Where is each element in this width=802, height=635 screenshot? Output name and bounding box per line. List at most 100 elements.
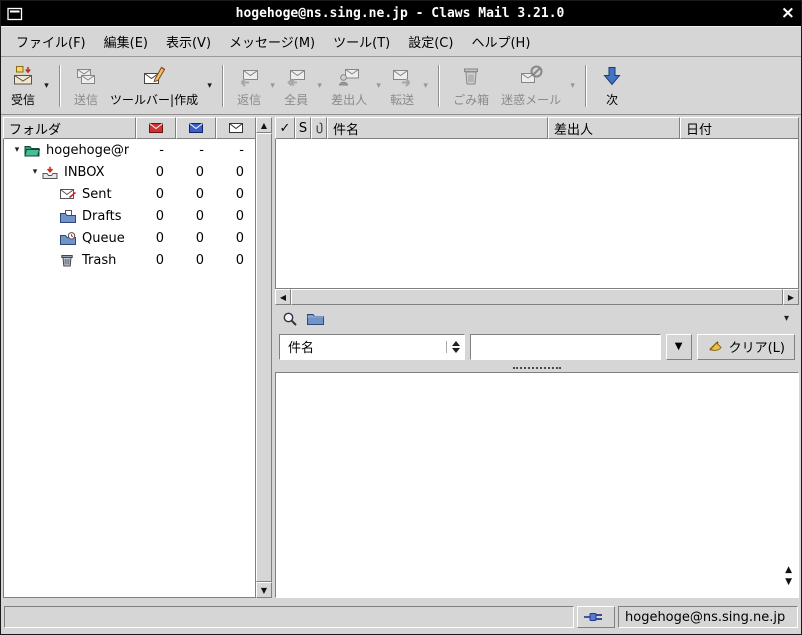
total-count: - xyxy=(215,143,255,158)
toolbar-button-reply[interactable]: 返信 xyxy=(231,60,267,112)
toolbar-button-label: 迷惑メール xyxy=(501,91,561,108)
menu-item-edit[interactable]: 編集(E) xyxy=(95,27,157,56)
message-view[interactable]: ▲ ▼ xyxy=(275,372,799,598)
mark-column-header[interactable]: ✓ xyxy=(275,117,295,139)
date-column-header[interactable]: 日付 xyxy=(680,117,799,139)
spam-dropdown-icon[interactable]: ▾ xyxy=(567,60,578,112)
message-view-scroll-arrows[interactable]: ▲ ▼ xyxy=(785,566,792,587)
toolbar-button-forward[interactable]: 転送 xyxy=(384,60,420,112)
scroll-up-icon[interactable]: ▲ xyxy=(256,117,272,133)
subject-column-header[interactable]: 件名 xyxy=(327,117,548,139)
current-account[interactable]: hogehoge@ns.sing.ne.jp xyxy=(618,606,798,628)
expander-icon[interactable]: ▾ xyxy=(10,145,24,155)
reply-all-dropdown-icon[interactable]: ▾ xyxy=(314,60,325,112)
toolbar-button-compose[interactable]: ツールバー|作成 xyxy=(104,60,204,112)
quicksearch-collapse-icon[interactable]: ▾ xyxy=(784,313,795,324)
toolbar-button-label: 全員 xyxy=(284,91,308,108)
claws-mail-window: hogehoge@ns.sing.ne.jp - Claws Mail 3.21… xyxy=(0,0,802,635)
folder-row-inbox[interactable]: ▾ INBOX 0 0 0 xyxy=(4,161,255,183)
reply-sender-icon xyxy=(337,64,361,88)
main-area: フォルダ ▾ xyxy=(1,115,801,600)
trash-icon xyxy=(459,64,483,88)
menu-item-view[interactable]: 表示(V) xyxy=(157,27,220,56)
folder-pane-header: フォルダ xyxy=(3,117,256,139)
toolbar-button-trash[interactable]: ごみ箱 xyxy=(447,60,495,112)
drafts-folder-icon xyxy=(60,210,80,223)
scroll-down-icon[interactable]: ▼ xyxy=(256,582,272,598)
new-mail-column-icon[interactable] xyxy=(136,117,176,139)
dropdown-arrow-icon: ▼ xyxy=(675,341,683,352)
reply-icon xyxy=(237,64,261,88)
quicksearch-panel: ▾ 件名 ▼ クリア(L) xyxy=(275,305,799,363)
close-icon[interactable]: × xyxy=(775,5,795,22)
status-message-area xyxy=(4,606,574,628)
search-input[interactable] xyxy=(470,334,661,360)
search-type-combo[interactable]: 件名 xyxy=(279,334,465,360)
unread-count: 0 xyxy=(175,187,215,202)
window-menu-icon[interactable] xyxy=(7,7,25,21)
toolbar-button-reply-sender[interactable]: 差出人 xyxy=(325,60,373,112)
toolbar-button-next[interactable]: 次 xyxy=(594,60,630,112)
reply-sender-dropdown-icon[interactable]: ▾ xyxy=(373,60,384,112)
forward-dropdown-icon[interactable]: ▾ xyxy=(420,60,431,112)
receive-dropdown-icon[interactable]: ▾ xyxy=(41,60,52,112)
folder-label: INBOX xyxy=(62,165,105,180)
total-mail-column-icon[interactable] xyxy=(216,117,256,139)
compose-icon xyxy=(142,64,166,88)
attachment-column-header[interactable] xyxy=(311,117,327,139)
scroll-up-icon[interactable]: ▲ xyxy=(785,566,792,575)
toolbar-button-spam[interactable]: 迷惑メール xyxy=(495,60,567,112)
titlebar[interactable]: hogehoge@ns.sing.ne.jp - Claws Mail 3.21… xyxy=(1,1,801,26)
message-list-hscrollbar[interactable]: ◀ ▶ xyxy=(275,289,799,305)
scroll-down-icon[interactable]: ▼ xyxy=(785,578,792,587)
message-list[interactable] xyxy=(275,139,799,289)
total-count: 0 xyxy=(215,253,255,268)
from-column-header[interactable]: 差出人 xyxy=(548,117,680,139)
scrollbar-thumb[interactable] xyxy=(256,133,272,582)
scroll-right-icon[interactable]: ▶ xyxy=(783,289,799,305)
folder-label: hogehoge@r xyxy=(44,143,129,158)
folder-row-account[interactable]: ▾ hogehoge@r - - - xyxy=(4,139,255,161)
spam-icon xyxy=(519,64,543,88)
new-count: 0 xyxy=(135,231,175,246)
folder-row-drafts[interactable]: Drafts 0 0 0 xyxy=(4,205,255,227)
folder-row-sent[interactable]: Sent 0 0 0 xyxy=(4,183,255,205)
folder-column-header[interactable]: フォルダ xyxy=(3,117,136,139)
toolbar-button-reply-all[interactable]: 全員 xyxy=(278,60,314,112)
compose-dropdown-icon[interactable]: ▾ xyxy=(204,60,215,112)
menu-item-file[interactable]: ファイル(F) xyxy=(7,27,95,56)
toolbar-button-send[interactable]: 送信 xyxy=(68,60,104,112)
scrollbar-thumb[interactable] xyxy=(291,289,783,305)
status-column-header[interactable]: S xyxy=(295,117,311,139)
window-title: hogehoge@ns.sing.ne.jp - Claws Mail 3.21… xyxy=(25,6,775,21)
folder-tree: ▾ hogehoge@r - - - ▾ xyxy=(3,139,256,598)
new-count: - xyxy=(135,143,175,158)
toolbar-button-label: ごみ箱 xyxy=(453,91,489,108)
folder-row-trash[interactable]: Trash 0 0 0 xyxy=(4,249,255,271)
menu-item-tools[interactable]: ツール(T) xyxy=(324,27,399,56)
scroll-left-icon[interactable]: ◀ xyxy=(275,289,291,305)
combo-spinner-icon xyxy=(446,341,460,353)
search-history-dropdown[interactable]: ▼ xyxy=(666,334,692,360)
forward-icon xyxy=(390,64,414,88)
reply-dropdown-icon[interactable]: ▾ xyxy=(267,60,278,112)
toolbar-button-label: 次 xyxy=(606,91,618,108)
toolbar-button-label: ツールバー|作成 xyxy=(110,91,198,108)
unread-mail-column-icon[interactable] xyxy=(176,117,216,139)
unread-count: 0 xyxy=(175,231,215,246)
menu-item-message[interactable]: メッセージ(M) xyxy=(220,27,324,56)
folder-row-queue[interactable]: Queue 0 0 0 xyxy=(4,227,255,249)
search-folder-icon[interactable] xyxy=(305,308,326,329)
menu-item-configuration[interactable]: 設定(C) xyxy=(399,27,462,56)
expander-icon[interactable]: ▾ xyxy=(28,167,42,177)
toolbar-button-label: 差出人 xyxy=(331,91,367,108)
pane-resize-handle[interactable] xyxy=(275,363,799,372)
online-status-button[interactable] xyxy=(577,606,615,628)
clear-search-button[interactable]: クリア(L) xyxy=(697,334,795,360)
toolbar-button-receive[interactable]: 受信 xyxy=(5,60,41,112)
menu-item-help[interactable]: ヘルプ(H) xyxy=(462,27,539,56)
toolbar-separator xyxy=(585,65,587,107)
search-icon[interactable] xyxy=(279,308,300,329)
toolbar-separator xyxy=(59,65,61,107)
folder-pane-scrollbar[interactable]: ▲ ▼ xyxy=(256,117,272,598)
